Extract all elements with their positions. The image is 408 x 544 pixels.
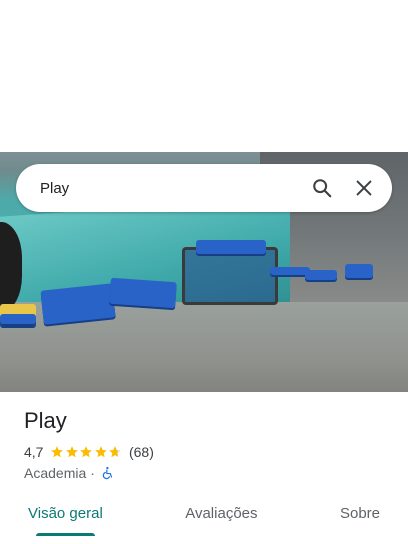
rating-row[interactable]: 4,7 (68) (24, 444, 154, 460)
photo-kickboard (270, 267, 310, 275)
rating-stars (50, 445, 123, 459)
tab-label: Sobre (339, 505, 380, 522)
search-input[interactable]: Play (40, 180, 308, 197)
tab-about[interactable]: Sobre (328, 496, 392, 544)
wheelchair-icon (102, 466, 113, 480)
search-bar[interactable]: Play (16, 164, 392, 212)
tab-bar: Visão geral Avaliações Sobre (0, 496, 408, 544)
place-name: Play (24, 408, 67, 433)
star-icon (80, 446, 93, 458)
photo-kickboard (305, 270, 337, 280)
photo-kickboard (345, 264, 373, 278)
star-icon (95, 446, 107, 458)
tab-overview[interactable]: Visão geral (16, 496, 115, 544)
star-icon (66, 446, 78, 458)
close-icon[interactable] (350, 174, 378, 202)
star-icon (109, 446, 122, 458)
separator: · (90, 465, 95, 481)
tab-label: Visão geral (28, 505, 103, 522)
active-tab-indicator (36, 533, 95, 536)
category-row: Academia · (24, 465, 115, 481)
photo-kickboard (0, 314, 36, 324)
photo-kickboard (109, 277, 177, 309)
tab-label: Avaliações (185, 505, 258, 522)
search-icon[interactable] (308, 174, 336, 202)
tab-reviews[interactable]: Avaliações (173, 496, 269, 544)
rating-value: 4,7 (24, 444, 44, 460)
photo-kickboard (196, 240, 266, 254)
place-category: Academia (24, 465, 87, 481)
photo-cart (182, 247, 278, 305)
star-icon (51, 446, 64, 458)
review-count[interactable]: (68) (129, 444, 154, 460)
